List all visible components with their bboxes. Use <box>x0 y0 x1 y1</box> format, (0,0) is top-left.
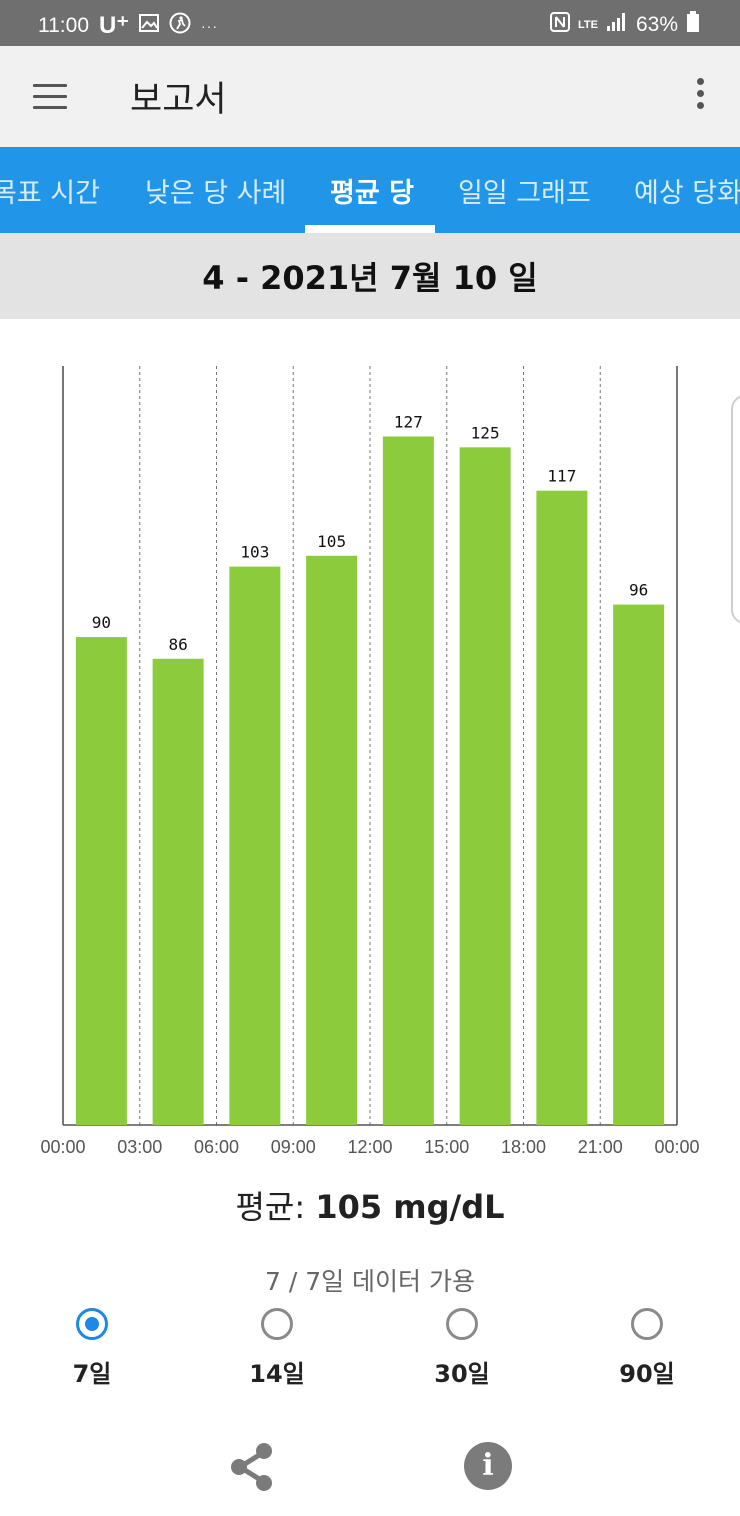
bar <box>613 604 665 1125</box>
bar-value-label: 105 <box>317 532 346 551</box>
x-tick-label: 18:00 <box>501 1137 546 1157</box>
page-title: 보고서 <box>130 80 227 120</box>
radio-button[interactable] <box>76 1308 108 1340</box>
side-panel-handle[interactable] <box>731 395 740 624</box>
tab-target-time[interactable]: 목표 시간 <box>0 171 100 210</box>
data-availability: 7 / 7일 데이터 가용 <box>264 1267 476 1296</box>
more-notifications: ··· <box>201 17 218 34</box>
bar-value-label: 86 <box>168 635 187 654</box>
gallery-icon <box>139 13 159 38</box>
info-icon[interactable]: i <box>464 1442 512 1490</box>
radio-button[interactable] <box>261 1308 293 1340</box>
bar-value-label: 96 <box>629 581 648 600</box>
bar <box>152 658 204 1125</box>
x-tick-label: 00:00 <box>654 1137 699 1157</box>
bar <box>536 490 588 1125</box>
bar-value-label: 125 <box>471 423 500 442</box>
tab-estimated-a1c[interactable]: 예상 당화 <box>634 171 740 210</box>
battery-percent: 63% <box>635 13 678 36</box>
tab-low-glucose-events[interactable]: 낮은 당 사례 <box>145 171 286 210</box>
period-option-7-days[interactable]: 7일 <box>32 1308 152 1389</box>
radio-button[interactable] <box>631 1308 663 1340</box>
period-label: 90일 <box>619 1360 675 1388</box>
x-tick-label: 15:00 <box>424 1137 469 1157</box>
average-summary: 평균: 105 mg/dL <box>0 1182 740 1228</box>
bar <box>382 436 434 1125</box>
status-bar: 11:00 U⁺ ··· LTE 63% <box>0 0 740 46</box>
hamburger-menu-icon[interactable] <box>33 84 67 110</box>
period-option-90-days[interactable]: 90일 <box>587 1308 707 1389</box>
share-icon[interactable] <box>228 1442 276 1492</box>
more-vertical-icon[interactable] <box>690 78 710 118</box>
carrier-logo: U⁺ <box>99 12 129 39</box>
bar-value-label: 117 <box>547 467 576 486</box>
average-glucose-bar-chart: 90 86 103 105 127 125 117 96 00:00 03:00 06:00 09:0… <box>40 366 700 1157</box>
period-option-30-days[interactable]: 30일 <box>402 1308 522 1389</box>
bar-value-label: 103 <box>240 543 269 562</box>
x-tick-label: 03:00 <box>117 1137 162 1157</box>
x-tick-label: 00:00 <box>40 1137 85 1157</box>
bar <box>306 555 358 1125</box>
network-type: LTE <box>578 19 598 31</box>
period-label: 7일 <box>72 1360 112 1388</box>
period-label: 30일 <box>434 1360 490 1388</box>
x-tick-label: 12:00 <box>347 1137 392 1157</box>
x-tick-label: 21:00 <box>578 1137 623 1157</box>
x-tick-label: 06:00 <box>194 1137 239 1157</box>
tab-bar: 목표 시간 낮은 당 사례 평균 당 일일 그래프 예상 당화 <box>0 147 740 233</box>
bar-value-label: 90 <box>92 613 111 632</box>
average-value: 105 mg/dL <box>315 1188 505 1226</box>
signal-icon <box>606 12 628 38</box>
bar <box>229 566 281 1125</box>
tab-daily-graph[interactable]: 일일 그래프 <box>458 171 591 210</box>
radio-button[interactable] <box>446 1308 478 1340</box>
average-label: 평균: <box>235 1188 306 1226</box>
date-range-header: 4 - 2021년 7월 10 일 <box>0 233 740 319</box>
bar-value-label: 127 <box>394 412 423 431</box>
bar <box>75 637 127 1125</box>
period-label: 14일 <box>249 1360 305 1388</box>
tab-average-glucose[interactable]: 평균 당 <box>330 171 414 210</box>
walking-icon <box>169 12 191 40</box>
date-range: 4 - 2021년 7월 10 일 <box>202 259 538 297</box>
nfc-icon <box>550 12 570 38</box>
period-option-14-days[interactable]: 14일 <box>217 1308 337 1389</box>
app-bar: 보고서 <box>0 46 740 147</box>
x-tick-label: 09:00 <box>271 1137 316 1157</box>
battery-icon <box>686 11 700 39</box>
active-tab-indicator <box>305 225 435 233</box>
status-time: 11:00 <box>38 13 89 37</box>
bar <box>459 447 511 1125</box>
